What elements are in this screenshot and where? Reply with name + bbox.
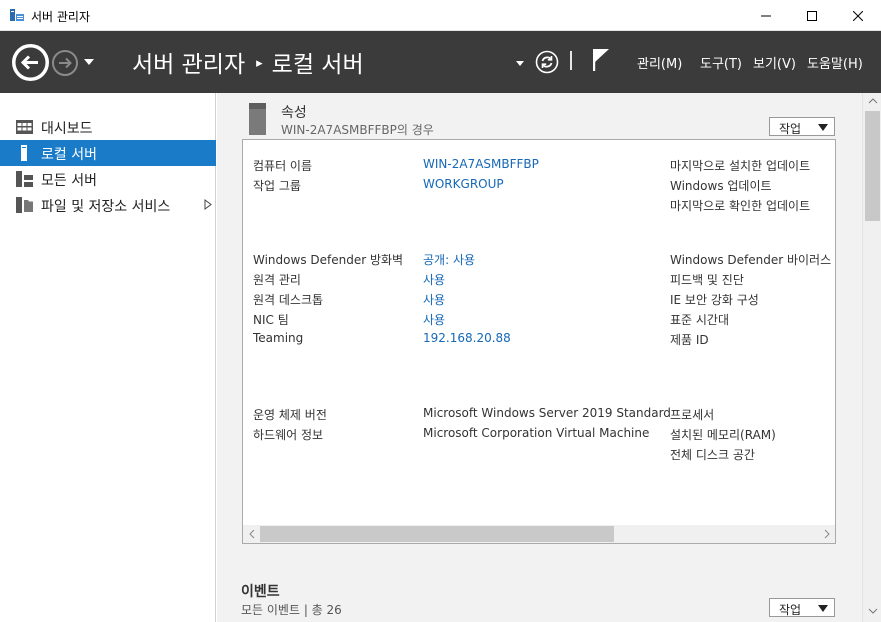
chevron-right-icon[interactable] bbox=[823, 529, 831, 539]
prop-label-remote-desktop: 원격 데스크톱 bbox=[253, 293, 324, 307]
prop-label-computer-name: 컴퓨터 이름 bbox=[253, 159, 313, 173]
file-storage-icon bbox=[16, 197, 33, 213]
menu-help[interactable]: 도움말(H) bbox=[807, 53, 863, 72]
breadcrumb-separator: ▸ bbox=[256, 55, 263, 71]
sidebar-item-label: 로컬 서버 bbox=[41, 147, 97, 163]
prop-label-remote-management: 원격 관리 bbox=[253, 273, 301, 287]
menu-view[interactable]: 보기(V) bbox=[753, 53, 796, 72]
prop-value-teaming[interactable]: 192.168.20.88 bbox=[423, 331, 511, 345]
maximize-icon bbox=[807, 10, 817, 21]
dashboard-icon bbox=[16, 120, 33, 134]
horizontal-scrollbar[interactable] bbox=[243, 525, 835, 543]
prop-label-workgroup: 작업 그룹 bbox=[253, 179, 301, 193]
prop-label-product-id: 제품 ID bbox=[670, 333, 709, 347]
chevron-down-icon bbox=[818, 605, 828, 612]
vertical-scrollbar-thumb[interactable] bbox=[865, 111, 880, 221]
prop-value-os-version: Microsoft Windows Server 2019 Standard bbox=[423, 406, 671, 420]
prop-label-defender-antivirus: Windows Defender 바이러스 백 bbox=[670, 253, 836, 267]
properties-panel: 컴퓨터 이름 WIN-2A7ASMBFFBP 작업 그룹 WORKGROUP W… bbox=[242, 139, 836, 544]
events-title: 이벤트 bbox=[241, 584, 280, 600]
sidebar: 대시보드 로컬 서버 모든 서버 파일 및 저장소 서비스 bbox=[0, 93, 216, 622]
prop-label-last-installed-update: 마지막으로 설치한 업데이트 bbox=[670, 159, 811, 173]
command-separator bbox=[570, 51, 572, 70]
back-button[interactable] bbox=[12, 44, 49, 81]
chevron-down-icon[interactable] bbox=[868, 607, 878, 615]
prop-value-remote-management[interactable]: 사용 bbox=[423, 271, 445, 288]
horizontal-scrollbar-thumb[interactable] bbox=[260, 526, 614, 542]
all-servers-icon bbox=[16, 171, 33, 187]
prop-value-computer-name[interactable]: WIN-2A7ASMBFFBP bbox=[423, 157, 539, 171]
prop-value-nic-team[interactable]: 사용 bbox=[423, 311, 445, 328]
sidebar-item-local-server[interactable]: 로컬 서버 bbox=[0, 140, 216, 166]
tasks-label: 작업 bbox=[779, 122, 802, 136]
prop-label-os-version: 운영 체제 버전 bbox=[253, 408, 327, 422]
sidebar-item-dashboard[interactable]: 대시보드 bbox=[0, 114, 216, 140]
vertical-scrollbar[interactable] bbox=[862, 93, 881, 622]
prop-label-time-zone: 표준 시간대 bbox=[670, 313, 730, 327]
breadcrumb: 서버 관리자 ▸ 로컬 서버 bbox=[132, 45, 364, 79]
window-title: 서버 관리자 bbox=[31, 10, 91, 24]
prop-label-nic-team: NIC 팀 bbox=[253, 313, 289, 327]
close-button[interactable] bbox=[835, 0, 881, 31]
prop-label-installed-memory: 설치된 메모리(RAM) bbox=[670, 428, 776, 442]
menu-manage[interactable]: 관리(M) bbox=[637, 53, 682, 72]
events-tasks-button[interactable]: 작업 bbox=[769, 598, 835, 617]
sidebar-item-label: 모든 서버 bbox=[41, 173, 97, 189]
sidebar-item-all-servers[interactable]: 모든 서버 bbox=[0, 166, 216, 192]
prop-value-firewall[interactable]: 공개: 사용 bbox=[423, 251, 475, 268]
prop-label-ie-security: IE 보안 강화 구성 bbox=[670, 293, 759, 307]
prop-label-hardware: 하드웨어 정보 bbox=[253, 428, 324, 442]
command-bar: 서버 관리자 ▸ 로컬 서버 관리(M) 도구(T) 보기(V) 도움말(H) bbox=[0, 31, 881, 93]
main-content: 속성 WIN-2A7ASMBFFBP의 경우 작업 컴퓨터 이름 WIN-2A7… bbox=[217, 93, 862, 622]
properties-tasks-button[interactable]: 작업 bbox=[769, 117, 835, 136]
local-server-icon bbox=[21, 145, 27, 161]
prop-value-hardware: Microsoft Corporation Virtual Machine bbox=[423, 426, 650, 440]
maximize-button[interactable] bbox=[789, 0, 835, 31]
prop-label-total-disk: 전체 디스크 공간 bbox=[670, 448, 755, 462]
breadcrumb-current: 로컬 서버 bbox=[271, 52, 364, 78]
notification-flag-icon[interactable] bbox=[590, 47, 612, 73]
title-bar: 서버 관리자 bbox=[0, 0, 881, 31]
sidebar-item-file-storage[interactable]: 파일 및 저장소 서비스 bbox=[0, 192, 216, 218]
chevron-down-icon[interactable] bbox=[82, 55, 96, 69]
menu-tools[interactable]: 도구(T) bbox=[700, 53, 742, 72]
prop-label-firewall: Windows Defender 방화벽 bbox=[253, 253, 404, 267]
prop-label-teaming: Teaming bbox=[253, 331, 304, 345]
arrow-right-icon bbox=[59, 57, 72, 69]
prop-label-last-checked-update: 마지막으로 확인한 업데이트 bbox=[670, 199, 811, 213]
arrow-left-icon bbox=[15, 47, 46, 78]
server-manager-app-icon bbox=[10, 9, 24, 21]
breadcrumb-root[interactable]: 서버 관리자 bbox=[132, 45, 245, 79]
history-dropdown-icon[interactable] bbox=[514, 57, 526, 69]
refresh-icon[interactable] bbox=[535, 50, 559, 74]
properties-subtitle: WIN-2A7ASMBFFBP의 경우 bbox=[281, 123, 434, 137]
prop-label-feedback-diagnostics: 피드백 및 진단 bbox=[670, 273, 744, 287]
sidebar-item-label: 대시보드 bbox=[41, 121, 93, 137]
prop-label-windows-update: Windows 업데이트 bbox=[670, 179, 772, 193]
server-icon bbox=[249, 103, 266, 135]
tasks-label: 작업 bbox=[779, 603, 802, 617]
forward-button[interactable] bbox=[52, 50, 78, 76]
sidebar-item-label: 파일 및 저장소 서비스 bbox=[41, 199, 171, 215]
minimize-button[interactable] bbox=[743, 0, 789, 31]
prop-value-workgroup[interactable]: WORKGROUP bbox=[423, 177, 504, 191]
minimize-icon bbox=[761, 15, 771, 16]
chevron-down-icon bbox=[818, 124, 828, 131]
chevron-right-icon[interactable] bbox=[204, 199, 212, 210]
chevron-left-icon[interactable] bbox=[248, 529, 256, 539]
close-icon bbox=[853, 10, 863, 21]
prop-value-remote-desktop[interactable]: 사용 bbox=[423, 291, 445, 308]
events-subtitle: 모든 이벤트 | 총 26 bbox=[241, 603, 342, 617]
properties-title: 속성 bbox=[281, 105, 307, 121]
chevron-up-icon[interactable] bbox=[868, 97, 878, 105]
prop-label-processor: 프로세서 bbox=[670, 408, 715, 422]
